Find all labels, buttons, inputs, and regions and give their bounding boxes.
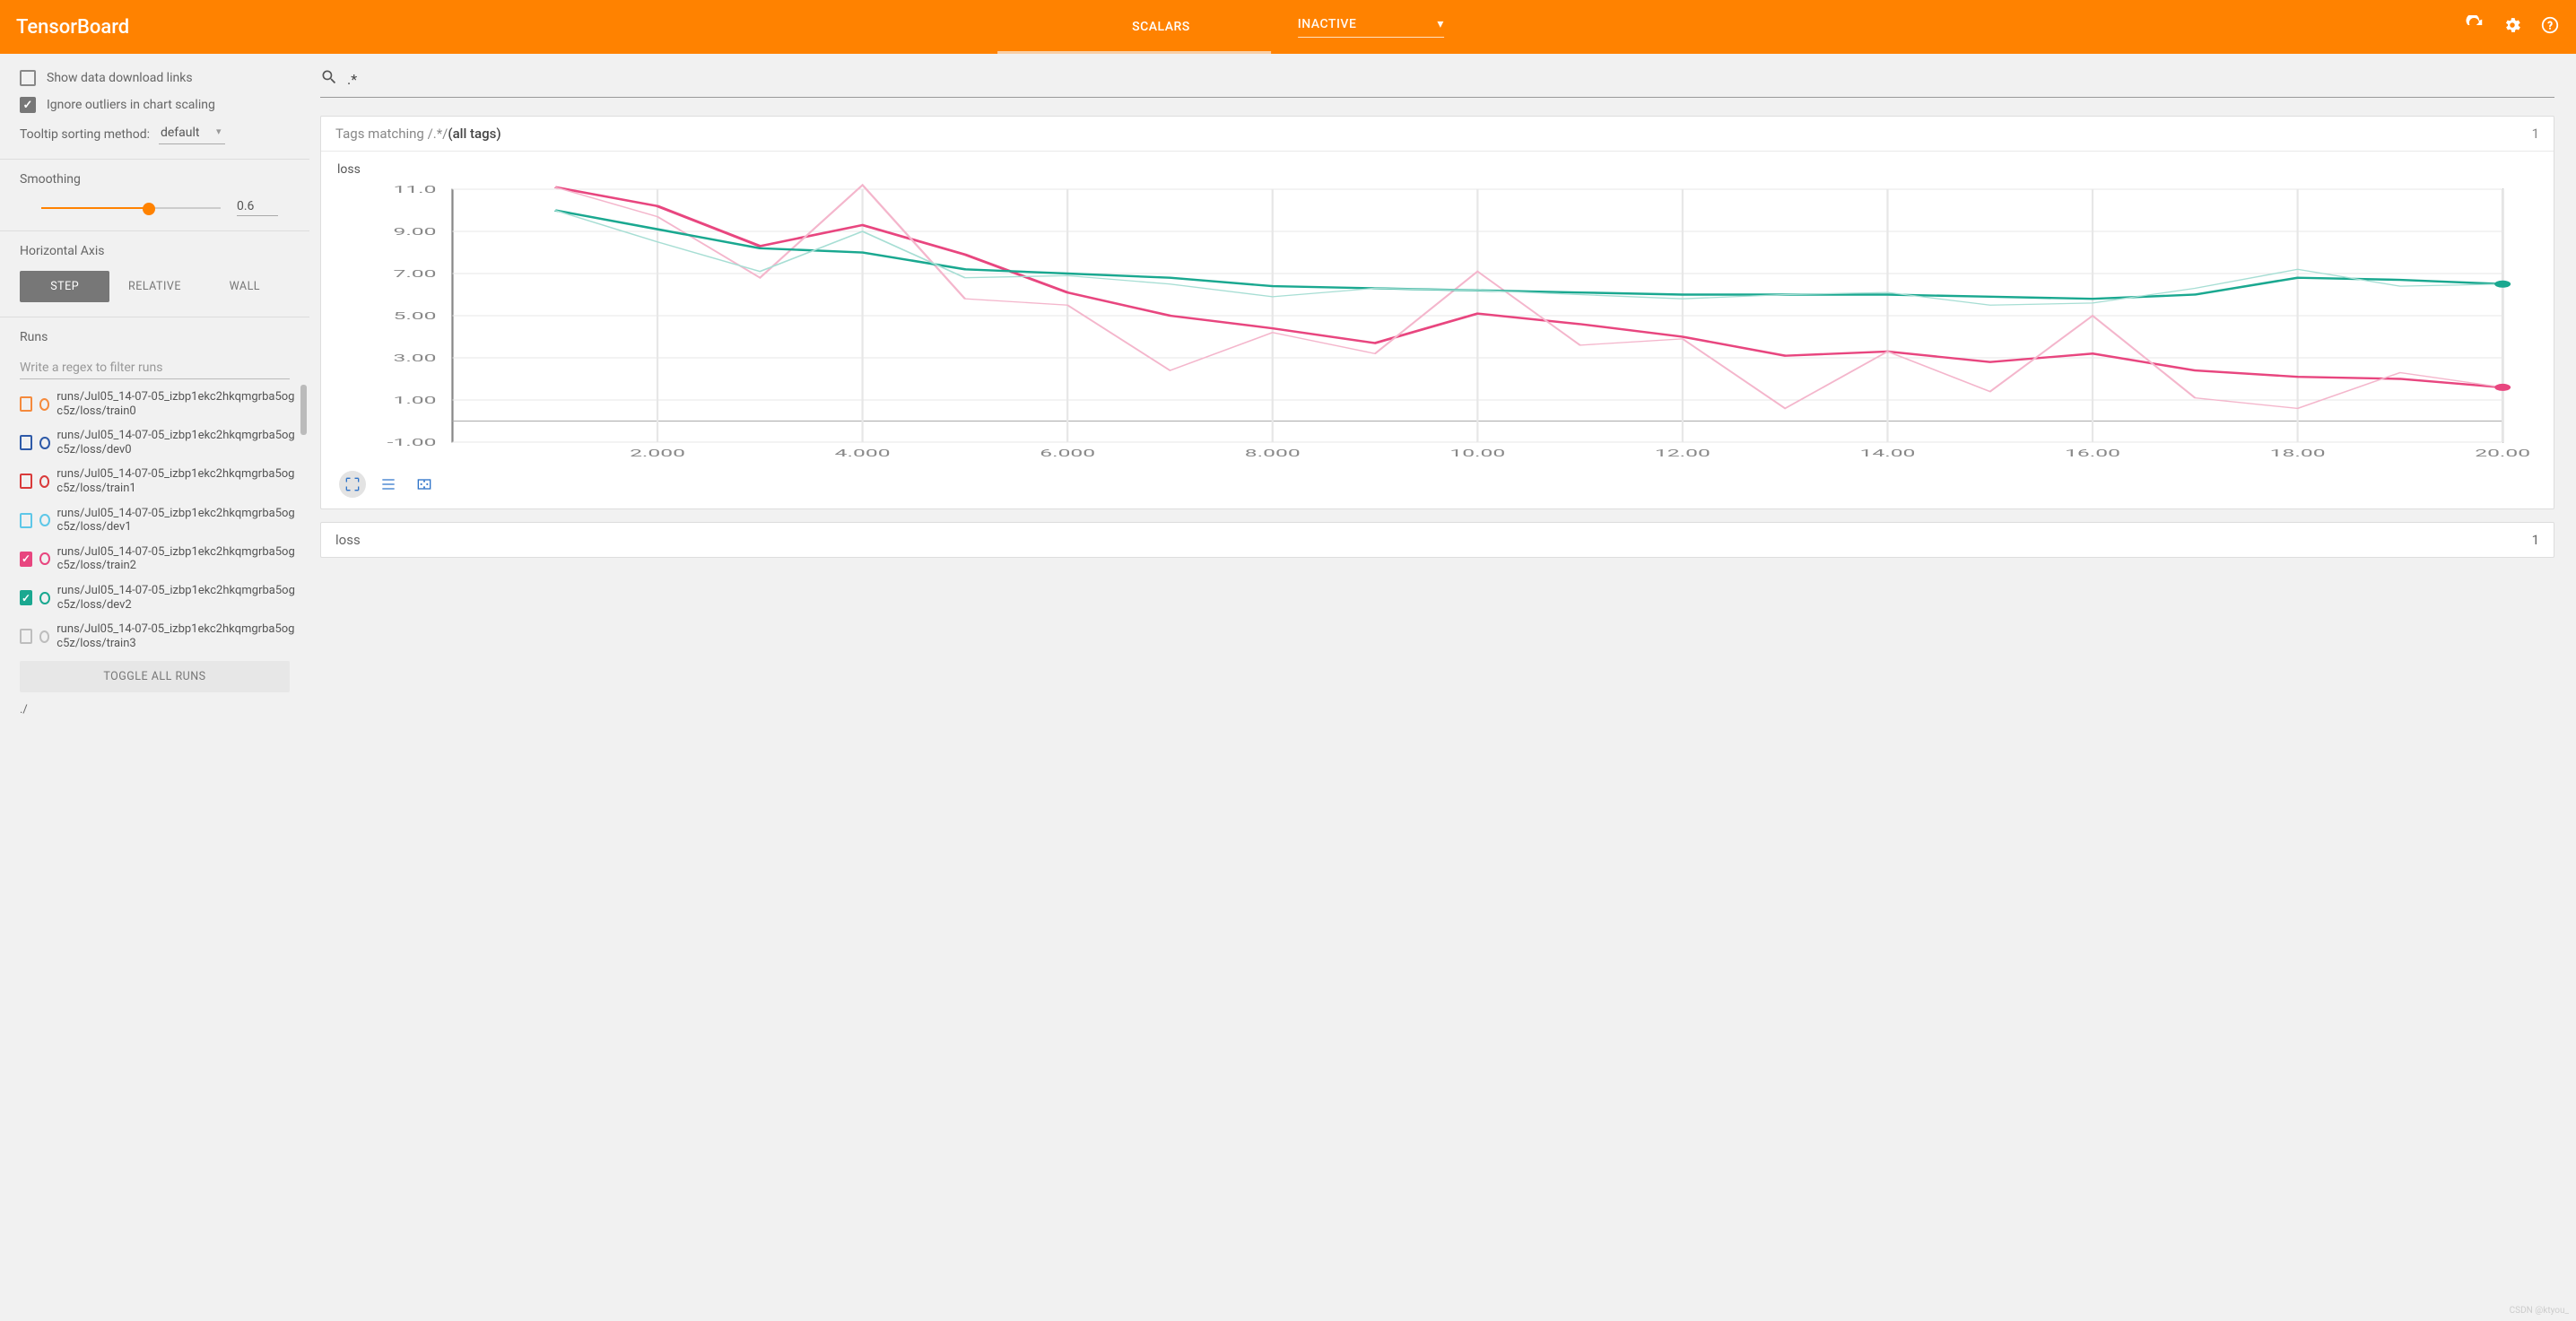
app-header: TensorBoard SCALARS INACTIVE ▾ <box>0 0 2576 54</box>
tab-scalars[interactable]: SCALARS <box>1132 0 1190 54</box>
tab-inactive[interactable]: INACTIVE ▾ <box>1298 0 1444 54</box>
run-name: runs/Jul05_14-07-05_izbp1ekc2hkqmgrba5og… <box>57 584 295 612</box>
runs-list: runs/Jul05_14-07-05_izbp1ekc2hkqmgrba5og… <box>0 385 309 656</box>
run-color-icon[interactable] <box>39 552 50 565</box>
run-row: runs/Jul05_14-07-05_izbp1ekc2hkqmgrba5og… <box>0 423 295 462</box>
run-name: runs/Jul05_14-07-05_izbp1ekc2hkqmgrba5og… <box>57 467 295 495</box>
svg-text:9.00: 9.00 <box>393 226 436 238</box>
tags-count: 1 <box>2532 126 2539 142</box>
haxis-wall-button[interactable]: WALL <box>200 271 290 302</box>
run-color-icon[interactable] <box>39 398 50 411</box>
collapsed-title: loss <box>335 532 361 548</box>
run-checkbox[interactable] <box>20 435 32 450</box>
run-name: runs/Jul05_14-07-05_izbp1ekc2hkqmgrba5og… <box>57 429 295 456</box>
run-row: runs/Jul05_14-07-05_izbp1ekc2hkqmgrba5og… <box>0 617 295 656</box>
smoothing-slider[interactable] <box>41 202 221 214</box>
app-title: TensorBoard <box>16 16 129 39</box>
run-name: runs/Jul05_14-07-05_izbp1ekc2hkqmgrba5og… <box>57 507 295 534</box>
inactive-label: INACTIVE <box>1298 17 1357 31</box>
svg-text:18.00: 18.00 <box>2270 448 2326 459</box>
header-tabs: SCALARS INACTIVE ▾ <box>1132 0 1444 54</box>
refresh-icon[interactable] <box>2465 15 2485 39</box>
watermark: CSDN @ktyou_ <box>2510 1306 2569 1316</box>
svg-text:-1.00: -1.00 <box>387 437 437 448</box>
run-name: runs/Jul05_14-07-05_izbp1ekc2hkqmgrba5og… <box>57 390 295 418</box>
svg-text:3.00: 3.00 <box>393 352 436 364</box>
haxis-step-button[interactable]: STEP <box>20 271 109 302</box>
run-row: runs/Jul05_14-07-05_izbp1ekc2hkqmgrba5og… <box>0 540 295 578</box>
run-checkbox[interactable] <box>20 552 32 567</box>
run-row: runs/Jul05_14-07-05_izbp1ekc2hkqmgrba5og… <box>0 385 295 423</box>
fit-icon[interactable] <box>411 471 438 498</box>
svg-text:7.00: 7.00 <box>393 268 436 280</box>
svg-text:11.0: 11.0 <box>393 184 436 196</box>
show-download-checkbox[interactable] <box>20 70 36 86</box>
runs-label: Runs <box>20 330 290 344</box>
collapsed-count: 1 <box>2532 532 2539 548</box>
settings-icon[interactable] <box>2502 15 2522 39</box>
list-icon[interactable] <box>375 471 402 498</box>
run-color-icon[interactable] <box>39 514 50 526</box>
tags-card: Tags matching /.*/ (all tags) 1 loss -1.… <box>320 116 2554 509</box>
tags-matching-suffix: (all tags) <box>448 126 500 142</box>
smoothing-value[interactable]: 0.6 <box>237 199 278 216</box>
svg-text:20.00: 20.00 <box>2475 448 2530 459</box>
main-panel: Tags matching /.*/ (all tags) 1 loss -1.… <box>309 54 2576 731</box>
run-color-icon[interactable] <box>39 630 50 643</box>
run-checkbox[interactable] <box>20 474 32 489</box>
run-name: runs/Jul05_14-07-05_izbp1ekc2hkqmgrba5og… <box>57 545 295 573</box>
svg-text:14.00: 14.00 <box>1860 448 1916 459</box>
svg-text:12.00: 12.00 <box>1655 448 1710 459</box>
ignore-outliers-checkbox[interactable] <box>20 97 36 113</box>
run-row: runs/Jul05_14-07-05_izbp1ekc2hkqmgrba5og… <box>0 501 295 540</box>
run-checkbox[interactable] <box>20 396 32 412</box>
smoothing-label: Smoothing <box>20 172 290 187</box>
run-row: runs/Jul05_14-07-05_izbp1ekc2hkqmgrba5og… <box>0 462 295 500</box>
tag-search-row <box>320 65 2554 98</box>
chart-title: loss <box>337 162 2543 177</box>
run-color-icon[interactable] <box>39 437 50 449</box>
run-checkbox[interactable] <box>20 629 32 644</box>
run-name: runs/Jul05_14-07-05_izbp1ekc2hkqmgrba5og… <box>57 622 295 650</box>
svg-text:4.000: 4.000 <box>835 448 891 459</box>
runs-filter-input[interactable] <box>20 357 290 379</box>
run-color-icon[interactable] <box>39 475 50 488</box>
sidebar: Show data download links Ignore outliers… <box>0 54 309 731</box>
help-icon[interactable] <box>2540 15 2560 39</box>
show-download-label: Show data download links <box>47 71 193 85</box>
horizontal-axis-label: Horizontal Axis <box>20 244 290 258</box>
svg-text:10.00: 10.00 <box>1449 448 1505 459</box>
run-checkbox[interactable] <box>20 590 32 605</box>
toggle-all-runs-button[interactable]: TOGGLE ALL RUNS <box>20 661 290 692</box>
svg-text:8.000: 8.000 <box>1245 448 1301 459</box>
ignore-outliers-label: Ignore outliers in chart scaling <box>47 98 215 112</box>
tags-matching-prefix: Tags matching /.*/ <box>335 126 448 142</box>
runs-root-path: ./ <box>0 698 309 722</box>
search-icon <box>320 68 338 90</box>
svg-text:16.00: 16.00 <box>2065 448 2120 459</box>
chevron-down-icon: ▾ <box>1437 17 1444 31</box>
run-color-icon[interactable] <box>39 592 50 604</box>
tooltip-sort-select[interactable]: default <box>159 124 225 144</box>
svg-text:2.000: 2.000 <box>630 448 685 459</box>
tooltip-sort-label: Tooltip sorting method: <box>20 127 150 142</box>
loss-chart[interactable]: -1.00 1.00 3.00 5.00 7.00 9.00 11.0 2.000 4.000 6… <box>332 180 2543 467</box>
collapsed-loss-card[interactable]: loss 1 <box>320 522 2554 558</box>
run-row: runs/Jul05_14-07-05_izbp1ekc2hkqmgrba5og… <box>0 578 295 617</box>
run-checkbox[interactable] <box>20 513 32 528</box>
tag-search-input[interactable] <box>347 71 2554 88</box>
expand-icon[interactable] <box>339 471 366 498</box>
haxis-relative-button[interactable]: RELATIVE <box>109 271 199 302</box>
scrollbar-thumb[interactable] <box>300 385 307 435</box>
svg-text:5.00: 5.00 <box>393 310 436 322</box>
svg-text:1.00: 1.00 <box>393 395 436 406</box>
svg-text:6.000: 6.000 <box>1040 448 1095 459</box>
